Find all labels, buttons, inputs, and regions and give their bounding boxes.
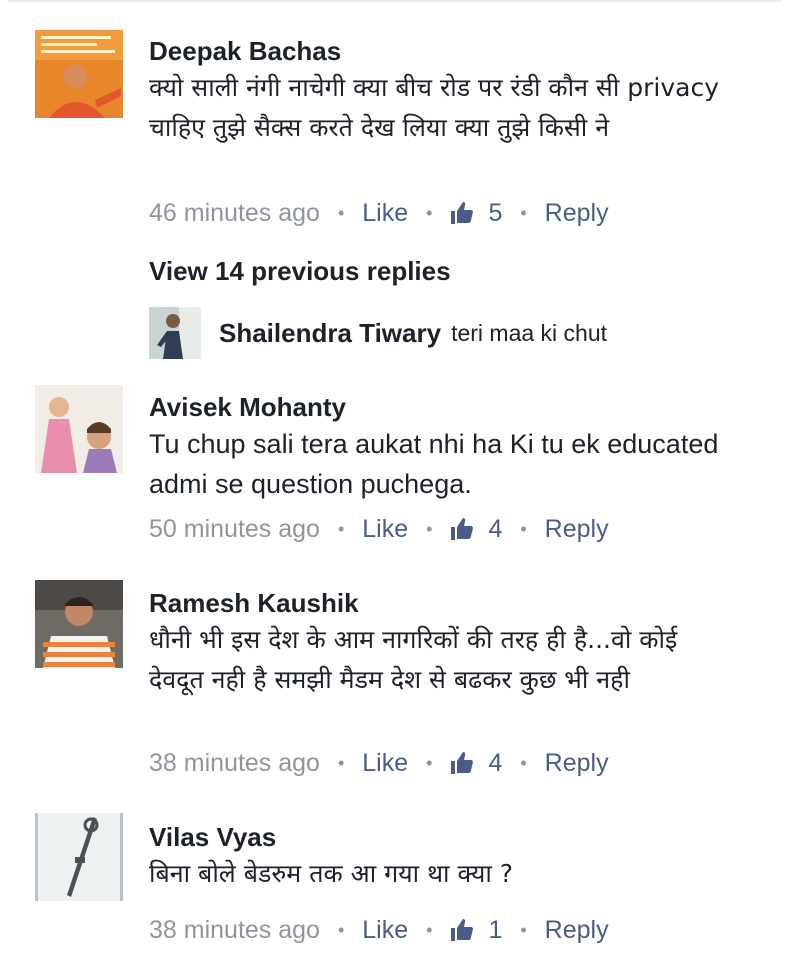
comment-author[interactable]: Deepak Bachas (149, 36, 739, 66)
comment-text: क्यो साली नंगी नाचेगी क्या बीच रोड पर रं… (149, 73, 719, 142)
like-button[interactable]: Like (362, 916, 408, 945)
comment-text: धौनी भी इस देश के आम नागरिकों की तरह ही … (149, 625, 678, 694)
reply-button[interactable]: Reply (545, 916, 609, 945)
reply-button[interactable]: Reply (545, 749, 609, 778)
comment-author[interactable]: Avisek Mohanty (149, 392, 739, 422)
separator-dot: • (520, 919, 527, 940)
like-count-value: 1 (488, 915, 503, 944)
separator-dot: • (337, 202, 345, 223)
avatar[interactable] (35, 580, 123, 668)
comment-timestamp[interactable]: 38 minutes ago (149, 749, 320, 778)
separator-dot: • (520, 752, 527, 773)
comment-actions: 38 minutes ago • Like • 4 • Reply (149, 746, 609, 780)
comment-author[interactable]: Ramesh Kaushik (149, 588, 739, 618)
separator-dot: • (426, 202, 433, 223)
like-button[interactable]: Like (362, 749, 408, 778)
like-count-value: 4 (488, 748, 503, 777)
separator-dot: • (337, 752, 345, 773)
separator-dot: • (426, 919, 433, 940)
thumbs-up-icon (451, 919, 474, 941)
like-button[interactable]: Like (362, 199, 408, 228)
comment-actions: 50 minutes ago • Like • 4 • Reply (149, 512, 609, 546)
separator-dot: • (520, 518, 527, 539)
separator-dot: • (520, 202, 527, 223)
like-count-value: 5 (488, 198, 503, 227)
separator-dot: • (337, 518, 345, 539)
comment-text: बिना बोले बेडरुम तक आ गया था क्या ? (149, 859, 514, 888)
comment-actions: 38 minutes ago • Like • 1 • Reply (149, 913, 609, 947)
avatar[interactable] (35, 30, 123, 118)
thumbs-up-icon (451, 518, 474, 540)
thumbs-up-icon (451, 752, 474, 774)
comment-timestamp[interactable]: 38 minutes ago (149, 916, 320, 945)
reply-text: teri maa ki chut (451, 319, 608, 346)
separator-dot: • (426, 752, 433, 773)
reply-button[interactable]: Reply (545, 199, 609, 228)
reply-item: Shailendra Tiwary teri maa ki chut (149, 306, 607, 360)
like-count[interactable]: 4 (450, 749, 502, 778)
reply-button[interactable]: Reply (545, 515, 609, 544)
comment-actions: 46 minutes ago • Like • 5 • Reply (149, 196, 609, 230)
comment-timestamp[interactable]: 50 minutes ago (149, 515, 320, 544)
separator-dot: • (426, 518, 433, 539)
like-count[interactable]: 5 (450, 199, 502, 228)
view-previous-replies-link[interactable]: View 14 previous replies (149, 256, 451, 287)
like-button[interactable]: Like (362, 515, 408, 544)
like-count-value: 4 (488, 514, 503, 543)
top-divider (8, 0, 781, 6)
thumbs-up-icon (451, 202, 474, 224)
avatar[interactable] (35, 813, 123, 901)
reply-author[interactable]: Shailendra Tiwary (219, 318, 441, 349)
avatar[interactable] (35, 385, 123, 473)
comment-author[interactable]: Vilas Vyas (149, 822, 739, 852)
avatar[interactable] (149, 307, 201, 359)
like-count[interactable]: 1 (450, 916, 502, 945)
comment-timestamp[interactable]: 46 minutes ago (149, 199, 320, 228)
comment-text: Tu chup sali tera aukat nhi ha Ki tu ek … (149, 429, 719, 499)
separator-dot: • (337, 919, 345, 940)
like-count[interactable]: 4 (450, 515, 502, 544)
